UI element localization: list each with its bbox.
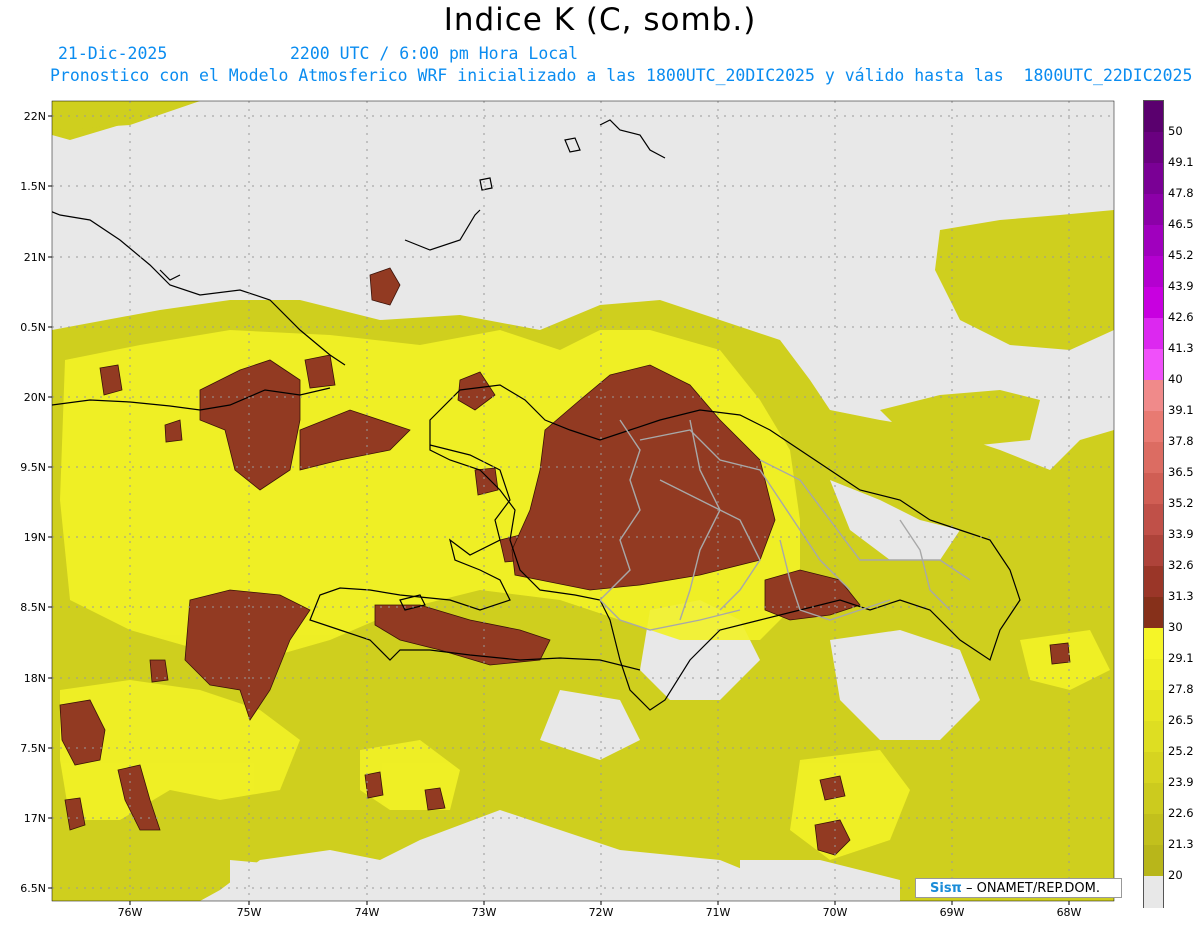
colorbar-swatch [1144,752,1163,784]
colorbar [1143,100,1164,908]
lat-label: 21N [24,251,46,264]
colorbar-swatch [1144,690,1163,722]
colorbar-label: 32.6 [1168,558,1194,572]
credit-box: Sisπ – ONAMET/REP.DOM. [915,878,1122,898]
colorbar-swatch [1144,504,1163,536]
colorbar-label: 35.2 [1168,496,1194,510]
colorbar-label: 49.1 [1168,155,1194,169]
colorbar-label: 20 [1168,868,1183,882]
colorbar-swatch [1144,659,1163,691]
colorbar-label: 50 [1168,124,1183,138]
colorbar-swatch [1144,194,1163,226]
colorbar-swatch [1144,535,1163,567]
lat-label: 22N [24,110,46,123]
lat-label: 19N [24,531,46,544]
colorbar-label: 21.3 [1168,837,1194,851]
forecast-map: 22N 1.5N 21N 0.5N 20N 9.5N 19N 8.5N 18N 7.5N 17N 6.… [20,100,1115,919]
colorbar-swatch [1144,349,1163,381]
colorbar-label: 42.6 [1168,310,1194,324]
lat-label: 18N [24,672,46,685]
colorbar-label: 29.1 [1168,651,1194,665]
colorbar-label: 33.9 [1168,527,1194,541]
colorbar-label: 40 [1168,372,1183,386]
colorbar-swatch [1144,566,1163,598]
colorbar-label: 26.5 [1168,713,1194,727]
colorbar-label: 30 [1168,620,1183,634]
colorbar-swatch [1144,597,1163,629]
lon-label: 76W [118,906,143,919]
lat-label: 7.5N [20,742,46,755]
lat-label: 0.5N [20,321,46,334]
colorbar-swatch [1144,473,1163,505]
colorbar-label: 31.3 [1168,589,1194,603]
colorbar-swatch [1144,256,1163,288]
colorbar-label: 27.8 [1168,682,1194,696]
lon-label: 71W [706,906,731,919]
latitude-labels: 22N 1.5N 21N 0.5N 20N 9.5N 19N 8.5N 18N 7.5N 17N 6.… [20,110,52,895]
colorbar-swatch [1144,101,1163,133]
colorbar-label: 43.9 [1168,279,1194,293]
colorbar-swatch [1144,132,1163,164]
colorbar-label: 46.5 [1168,217,1194,231]
lat-label: 8.5N [20,601,46,614]
lat-label: 20N [24,391,46,404]
colorbar-swatch [1144,814,1163,846]
colorbar-swatch [1144,876,1163,908]
lon-label: 68W [1057,906,1082,919]
colorbar-swatch [1144,411,1163,443]
lon-label: 74W [355,906,380,919]
colorbar-label: 45.2 [1168,248,1194,262]
colorbar-label: 25.2 [1168,744,1194,758]
colorbar-swatch [1144,318,1163,350]
colorbar-label: 23.9 [1168,775,1194,789]
lat-label: 9.5N [20,461,46,474]
colorbar-label: 47.8 [1168,186,1194,200]
colorbar-swatch [1144,628,1163,660]
colorbar-swatch [1144,380,1163,412]
colorbar-swatch [1144,845,1163,877]
lon-label: 69W [940,906,965,919]
lon-label: 75W [237,906,262,919]
colorbar-swatch [1144,287,1163,319]
lon-label: 73W [472,906,497,919]
lat-label: 17N [24,812,46,825]
credit-text: – ONAMET/REP.DOM. [961,881,1100,896]
colorbar-label: 39.1 [1168,403,1194,417]
lon-label: 70W [823,906,848,919]
colorbar-label: 22.6 [1168,806,1194,820]
colorbar-swatch [1144,163,1163,195]
colorbar-swatch [1144,783,1163,815]
colorbar-swatch [1144,442,1163,474]
colorbar-label: 36.5 [1168,465,1194,479]
colorbar-swatch [1144,721,1163,753]
longitude-labels: 76W 75W 74W 73W 72W 71W 70W 69W 68W [118,901,1082,919]
colorbar-label: 41.3 [1168,341,1194,355]
colorbar-swatch [1144,225,1163,257]
sispi-logo: Sisπ [930,881,962,896]
lat-label: 1.5N [20,180,46,193]
lat-label: 6.5N [20,882,46,895]
lon-label: 72W [589,906,614,919]
colorbar-label: 37.8 [1168,434,1194,448]
